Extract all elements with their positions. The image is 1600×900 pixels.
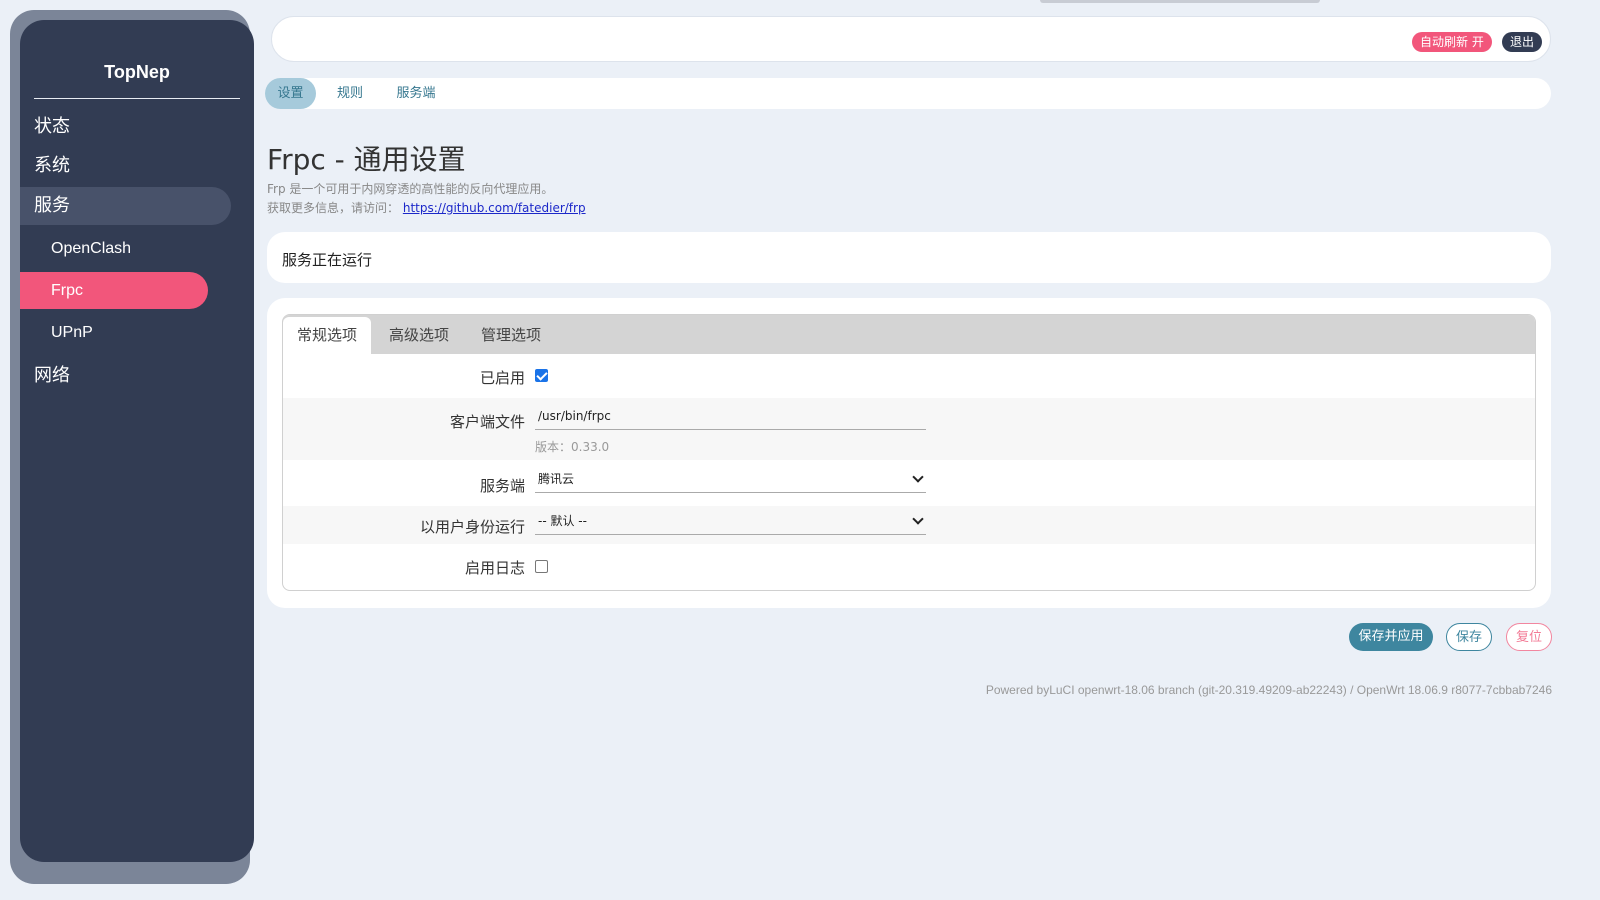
tab-advanced-options[interactable]: 高级选项 (375, 317, 463, 354)
row-enable-log: 启用日志 (283, 544, 1535, 590)
row-client-file: 客户端文件 /usr/bin/frpc 版本：0.33.0 (283, 398, 1535, 460)
sidebar-subitem-upnp[interactable]: UPnP (20, 314, 208, 351)
sidebar-item-network[interactable]: 网络 (20, 357, 70, 395)
service-status-text: 服务正在运行 (282, 251, 373, 269)
brand-logo[interactable]: TopNep (20, 62, 254, 83)
reset-button[interactable]: 复位 (1506, 623, 1552, 651)
tab-settings[interactable]: 设置 (265, 78, 316, 109)
save-apply-button[interactable]: 保存并应用 (1349, 623, 1433, 651)
chevron-down-icon (912, 513, 924, 525)
run-as-label: 以用户身份运行 (419, 518, 525, 536)
tab-general-options[interactable]: 常规选项 (283, 317, 371, 354)
row-run-as: 以用户身份运行 -- 默认 -- (283, 506, 1535, 544)
tab-management-options[interactable]: 管理选项 (467, 317, 555, 354)
page-description-link-line: 获取更多信息，请访问： https://github.com/fatedier/… (267, 199, 586, 216)
page-title: Frpc - 通用设置 (267, 143, 466, 176)
enabled-label: 已启用 (479, 369, 525, 387)
header-bar: 自动刷新 开 退出 (271, 16, 1551, 62)
row-enabled: 已启用 (283, 355, 1535, 398)
enable-log-label: 启用日志 (464, 559, 525, 577)
sub-tabs: 设置 规则 服务端 (265, 78, 1551, 109)
top-shadow (1040, 0, 1320, 3)
sidebar-item-status[interactable]: 状态 (20, 108, 70, 146)
server-select[interactable]: 腾讯云 (535, 470, 926, 493)
sidebar-subitem-openclash[interactable]: OpenClash (20, 230, 208, 267)
status-card: 服务正在运行 (267, 232, 1551, 283)
logout-button[interactable]: 退出 (1502, 32, 1543, 52)
auto-refresh-toggle[interactable]: 自动刷新 开 (1412, 32, 1492, 52)
brand-divider (34, 98, 240, 99)
save-button[interactable]: 保存 (1446, 623, 1492, 651)
sidebar: TopNep 状态 系统 服务 OpenClash Frpc UPnP 网络 (20, 20, 254, 862)
settings-panel: 常规选项 高级选项 管理选项 已启用 客户端文件 /usr/bin/frpc 版… (282, 314, 1536, 591)
page-description: Frp 是一个可用于内网穿透的高性能的反向代理应用。 (267, 182, 554, 196)
enable-log-checkbox[interactable] (535, 560, 548, 573)
enabled-checkbox[interactable] (535, 369, 548, 382)
sidebar-subitem-frpc[interactable]: Frpc (20, 272, 208, 309)
client-file-input[interactable]: /usr/bin/frpc (535, 407, 926, 430)
chevron-down-icon (912, 471, 924, 483)
settings-card: 常规选项 高级选项 管理选项 已启用 客户端文件 /usr/bin/frpc 版… (267, 298, 1551, 608)
frp-github-link[interactable]: https://github.com/fatedier/frp (403, 201, 586, 215)
tab-rules[interactable]: 规则 (329, 78, 371, 109)
run-as-select[interactable]: -- 默认 -- (535, 512, 926, 535)
tab-server[interactable]: 服务端 (389, 78, 443, 109)
sidebar-item-services[interactable]: 服务 (20, 187, 231, 225)
client-version-hint: 版本：0.33.0 (535, 440, 610, 454)
client-file-label: 客户端文件 (449, 413, 525, 431)
tab-strip: 常规选项 高级选项 管理选项 (283, 315, 1535, 354)
desc-prefix: 获取更多信息，请访问： (267, 201, 400, 215)
row-server: 服务端 腾讯云 (283, 460, 1535, 506)
footer-text: Powered byLuCI openwrt-18.06 branch (git… (985, 683, 1552, 697)
sidebar-item-system[interactable]: 系统 (20, 147, 70, 185)
server-label: 服务端 (479, 477, 525, 495)
